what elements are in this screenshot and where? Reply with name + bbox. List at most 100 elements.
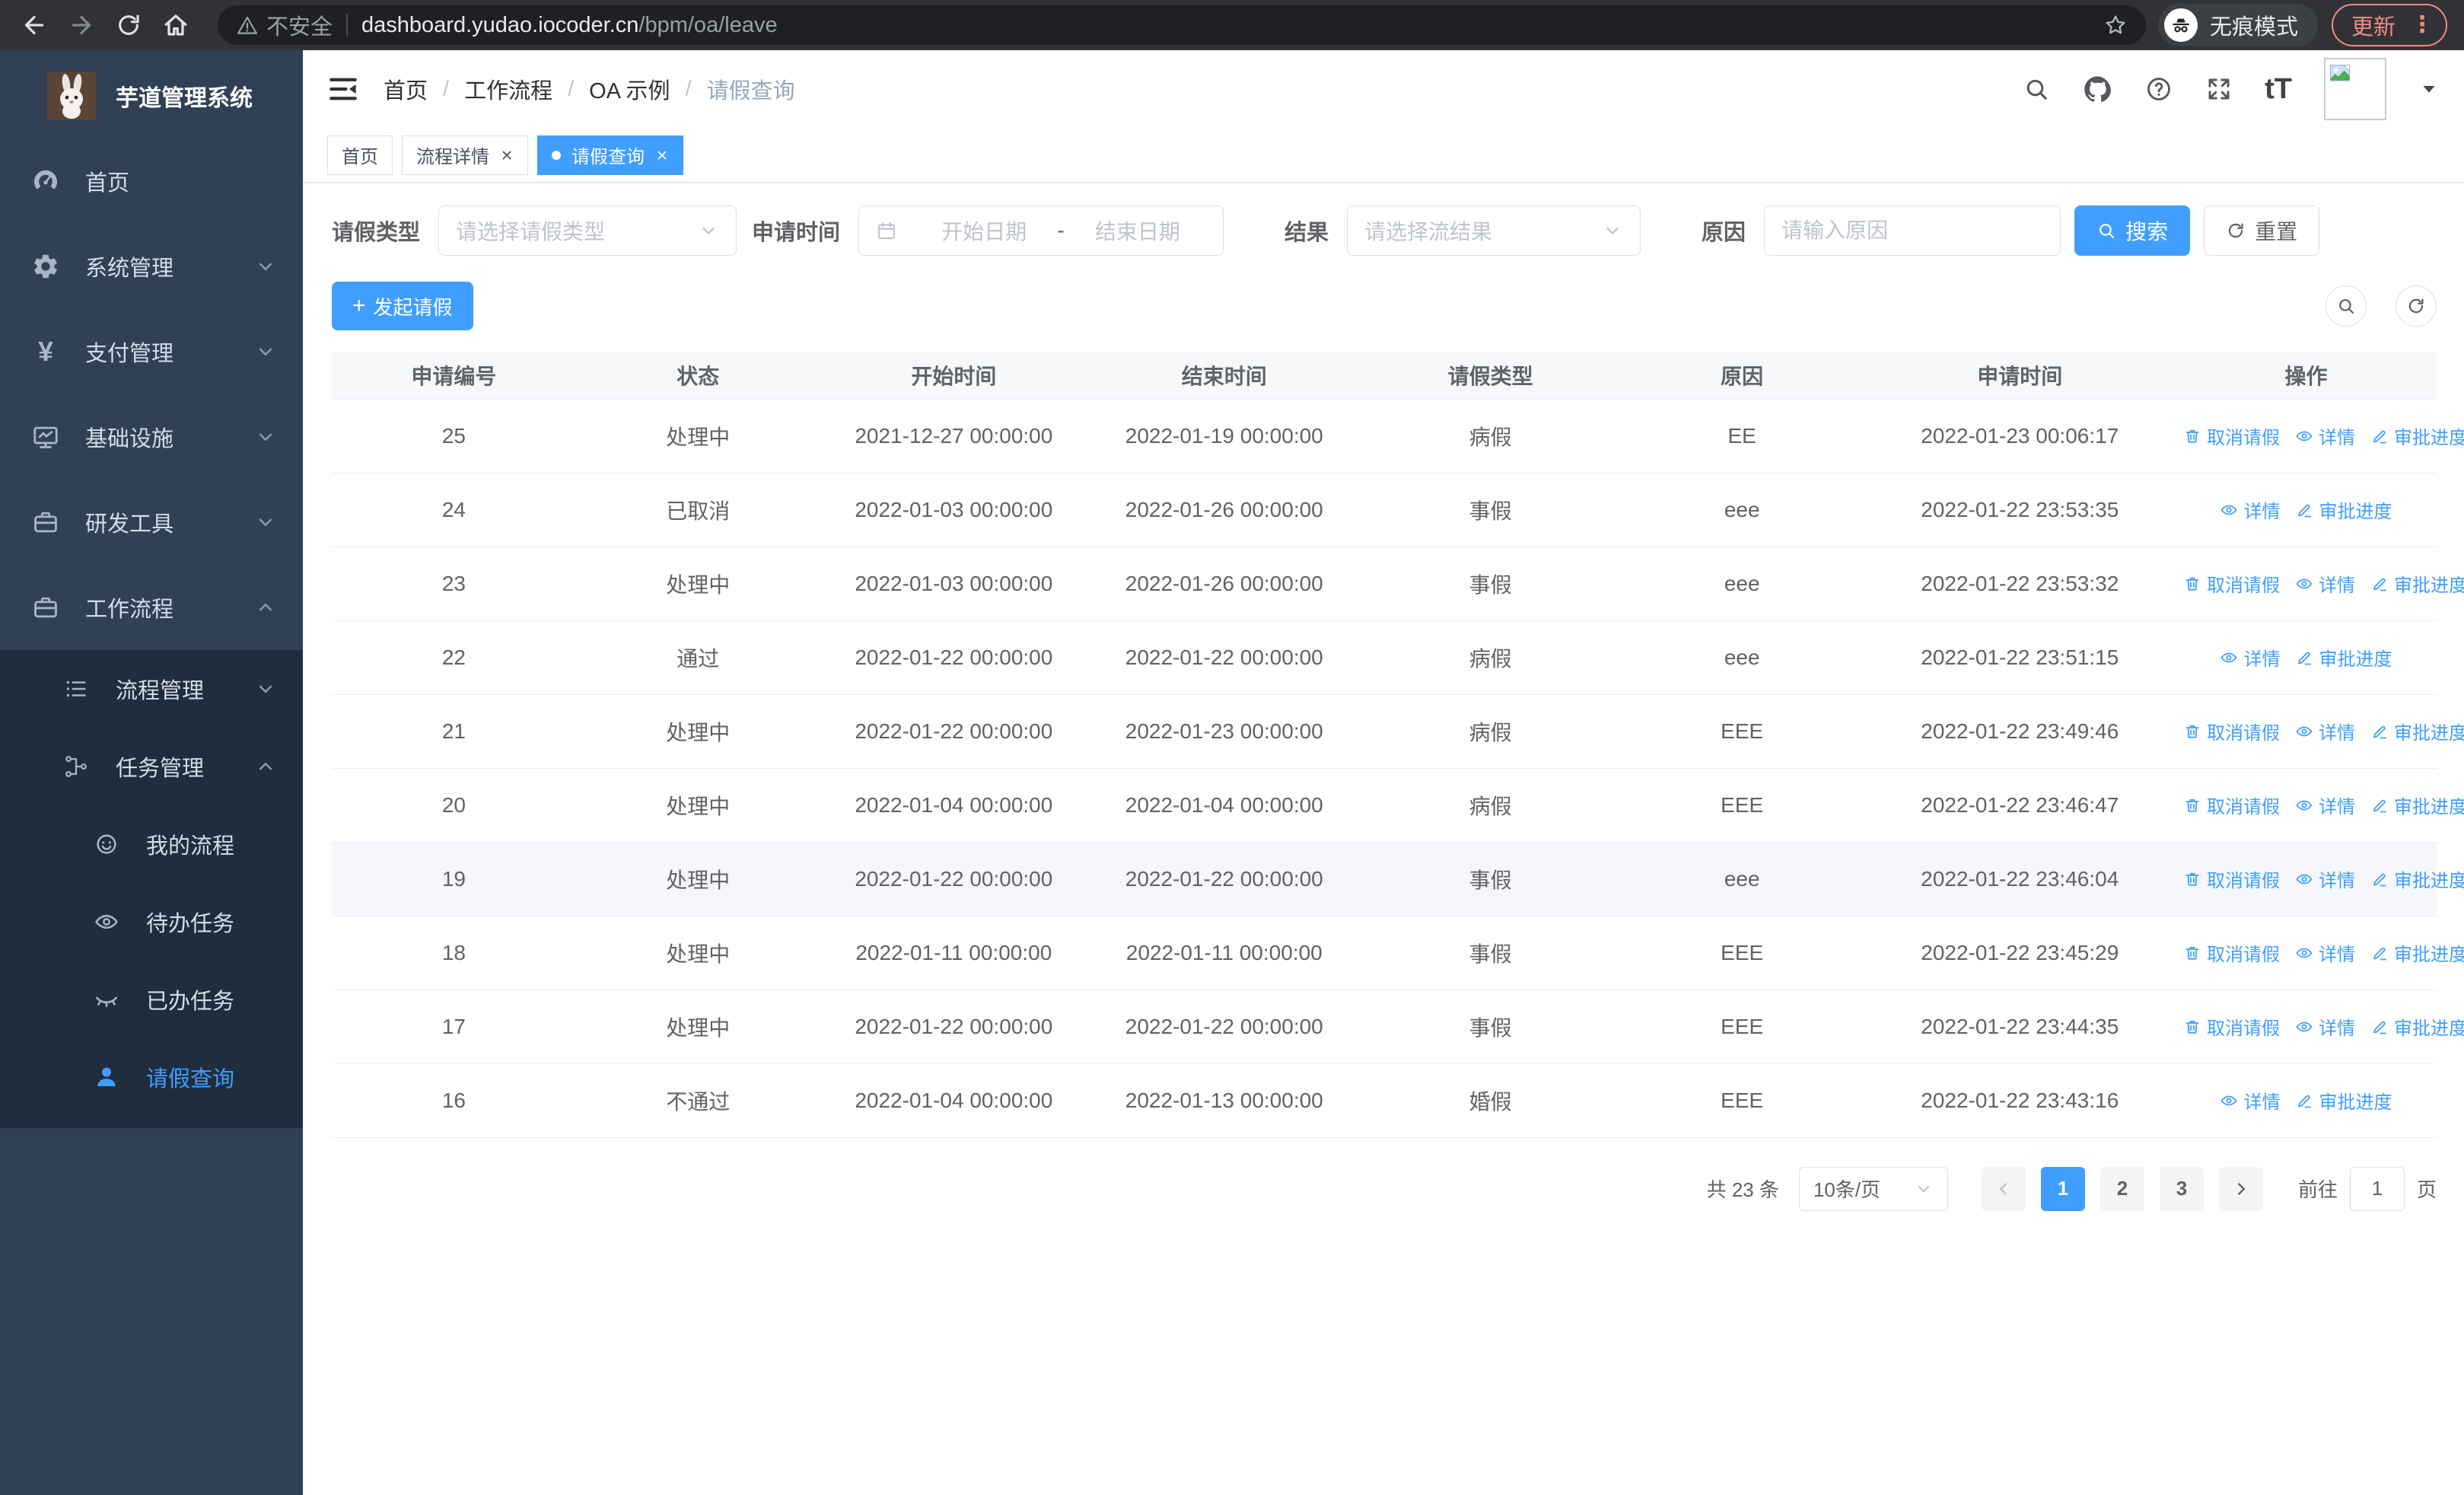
search-button-label: 搜索: [2125, 220, 2169, 244]
progress-action-link[interactable]: 审批进度: [2370, 422, 2464, 449]
apply-time-range-picker[interactable]: 开始日期 - 结束日期: [858, 206, 1224, 256]
sidebar-item-process-mgmt[interactable]: 流程管理: [0, 650, 303, 728]
detail-action-link[interactable]: 详情: [2295, 865, 2355, 892]
browser-forward-icon[interactable]: [64, 8, 99, 43]
reset-button[interactable]: 重置: [2204, 206, 2320, 256]
progress-action-link[interactable]: 审批进度: [2370, 865, 2464, 892]
cancel-action-link[interactable]: 取消请假: [2183, 1013, 2280, 1040]
sidebar-item-task-mgmt[interactable]: 任务管理: [0, 728, 303, 805]
sidebar-item-leave-query[interactable]: 请假查询: [0, 1038, 303, 1116]
cancel-action-link[interactable]: 取消请假: [2183, 718, 2280, 744]
progress-action-link[interactable]: 审批进度: [2295, 496, 2392, 523]
tab-home[interactable]: 首页: [327, 135, 393, 175]
refresh-table-button[interactable]: [2396, 285, 2437, 327]
table-row[interactable]: 24 已取消 2022-01-03 00:00:00 2022-01-26 00:00…: [332, 473, 2437, 547]
table-row[interactable]: 22 通过 2022-01-22 00:00:00 2022-01-22 00:00:…: [332, 620, 2437, 695]
browser-menu-icon[interactable]: ⋮: [2411, 14, 2434, 37]
detail-action-link[interactable]: 详情: [2220, 496, 2280, 523]
sidebar-logo[interactable]: 芋道管理系统: [0, 50, 303, 139]
toggle-search-button[interactable]: [2326, 285, 2367, 327]
date-start-placeholder[interactable]: 开始日期: [915, 215, 1052, 246]
page-button-1[interactable]: 1: [2040, 1166, 2085, 1211]
sidebar-item-todo-tasks[interactable]: 待办任务: [0, 883, 303, 961]
caret-down-icon[interactable]: [2418, 78, 2440, 100]
detail-action-link[interactable]: 详情: [2295, 570, 2355, 597]
sidebar-item-system[interactable]: 系统管理: [0, 224, 303, 309]
breadcrumb-item[interactable]: 首页: [384, 73, 428, 105]
table-row[interactable]: 25 处理中 2021-12-27 00:00:00 2022-01-19 00:00…: [332, 399, 2464, 473]
sidebar-item-payment[interactable]: ¥ 支付管理: [0, 309, 303, 394]
browser-reload-icon[interactable]: [111, 8, 146, 43]
sidebar-item-my-process[interactable]: 我的流程: [0, 805, 303, 883]
cell-id: 19: [332, 842, 576, 916]
toolbox-icon: [30, 508, 61, 537]
close-icon[interactable]: [655, 148, 669, 162]
browser-update-button[interactable]: 更新 ⋮: [2331, 4, 2447, 46]
detail-action-link[interactable]: 详情: [2295, 718, 2355, 744]
breadcrumb-item[interactable]: 工作流程: [464, 73, 552, 105]
progress-action-link[interactable]: 审批进度: [2370, 570, 2464, 597]
tab-process-detail[interactable]: 流程详情: [402, 135, 528, 175]
page-button-3[interactable]: 3: [2159, 1166, 2204, 1211]
cell-reason: EEE: [1619, 694, 1864, 769]
sidebar-item-infra[interactable]: 基础设施: [0, 394, 303, 480]
create-leave-button[interactable]: + 发起请假: [332, 282, 473, 330]
detail-action-link[interactable]: 详情: [2295, 1013, 2355, 1040]
search-button[interactable]: 搜索: [2074, 206, 2191, 256]
detail-action-link[interactable]: 详情: [2295, 422, 2355, 449]
detail-action-link[interactable]: 详情: [2220, 1087, 2280, 1114]
cancel-action-link[interactable]: 取消请假: [2183, 422, 2280, 449]
incognito-icon: [2163, 8, 2198, 42]
sidebar-item-workflow[interactable]: 工作流程: [0, 565, 303, 650]
progress-action-link[interactable]: 审批进度: [2295, 644, 2392, 671]
sidebar-item-home[interactable]: 首页: [0, 139, 303, 224]
text-size-icon[interactable]: tT: [2265, 73, 2292, 106]
cancel-action-link[interactable]: 取消请假: [2183, 939, 2280, 966]
detail-action-link[interactable]: 详情: [2220, 644, 2280, 671]
table-row[interactable]: 21 处理中 2022-01-22 00:00:00 2022-01-23 00:00…: [332, 694, 2464, 769]
sidebar-item-devtools[interactable]: 研发工具: [0, 480, 303, 565]
help-icon[interactable]: [2144, 75, 2173, 104]
table-row[interactable]: 19 处理中 2022-01-22 00:00:00 2022-01-22 00:00…: [332, 842, 2464, 916]
sidebar-item-done-tasks[interactable]: 已办任务: [0, 961, 303, 1038]
avatar[interactable]: [2324, 58, 2386, 120]
progress-action-link[interactable]: 审批进度: [2370, 792, 2464, 818]
cancel-action-link[interactable]: 取消请假: [2183, 792, 2280, 818]
goto-page-input[interactable]: [2349, 1166, 2405, 1211]
fullscreen-icon[interactable]: [2205, 75, 2233, 103]
breadcrumb-item[interactable]: OA 示例: [589, 73, 670, 105]
date-end-placeholder[interactable]: 结束日期: [1069, 215, 1206, 246]
url-bar[interactable]: 不安全 dashboard.yudao.iocoder.cn/bpm/oa/le…: [218, 5, 2146, 45]
sidebar-fold-icon[interactable]: [327, 73, 359, 105]
progress-action-link[interactable]: 审批进度: [2370, 1013, 2464, 1040]
progress-action-link[interactable]: 审批进度: [2295, 1087, 2392, 1114]
table-row[interactable]: 20 处理中 2022-01-04 00:00:00 2022-01-04 00:00…: [332, 768, 2464, 843]
progress-action-link[interactable]: 审批进度: [2370, 718, 2464, 744]
page-button-2[interactable]: 2: [2099, 1166, 2144, 1211]
detail-action-link[interactable]: 详情: [2295, 792, 2355, 818]
bookmark-star-icon[interactable]: [2103, 13, 2128, 37]
leave-type-select[interactable]: 请选择请假类型: [438, 206, 737, 256]
github-icon[interactable]: [2082, 74, 2112, 104]
table-row[interactable]: 16 不通过 2022-01-04 00:00:00 2022-01-13 00:00…: [332, 1063, 2437, 1138]
close-icon[interactable]: [500, 148, 514, 162]
reason-input[interactable]: [1781, 218, 2044, 243]
cancel-action-link[interactable]: 取消请假: [2183, 570, 2280, 597]
not-secure-label[interactable]: 不安全: [266, 9, 333, 41]
search-icon[interactable]: [2023, 75, 2050, 103]
progress-action-link[interactable]: 审批进度: [2370, 939, 2464, 966]
cell-id: 23: [332, 547, 576, 621]
result-select[interactable]: 请选择流结果: [1347, 206, 1641, 256]
table-row[interactable]: 23 处理中 2022-01-03 00:00:00 2022-01-26 00:00…: [332, 547, 2464, 621]
table-row[interactable]: 18 处理中 2022-01-11 00:00:00 2022-01-11 00:00…: [332, 916, 2464, 990]
next-page-button[interactable]: [2218, 1166, 2263, 1211]
cancel-action-link[interactable]: 取消请假: [2183, 865, 2280, 892]
detail-action-link[interactable]: 详情: [2295, 939, 2355, 966]
browser-home-icon[interactable]: [158, 8, 193, 43]
browser-back-icon[interactable]: [17, 8, 52, 43]
url-host[interactable]: dashboard.yudao.iocoder.cn: [361, 13, 638, 38]
prev-page-button[interactable]: [1981, 1166, 2026, 1211]
tab-leave-query[interactable]: 请假查询: [537, 135, 683, 175]
page-size-select[interactable]: 10条/页: [1798, 1166, 1948, 1211]
table-row[interactable]: 17 处理中 2022-01-22 00:00:00 2022-01-22 00:00…: [332, 990, 2464, 1064]
